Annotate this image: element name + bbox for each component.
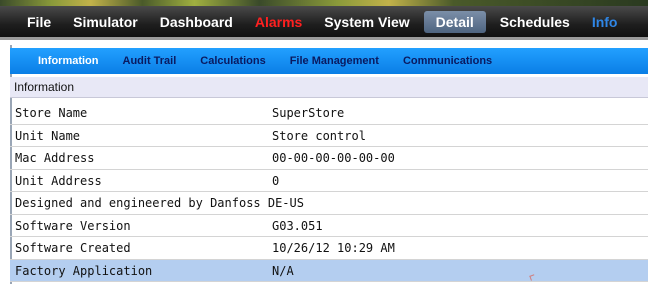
- row-value: Store control: [272, 128, 366, 143]
- tab-information[interactable]: Information: [26, 55, 111, 67]
- row-value: 10/26/12 10:29 AM: [272, 241, 395, 255]
- row-label: Factory Application: [15, 263, 153, 278]
- section-header: Information: [10, 77, 648, 98]
- tab-communications[interactable]: Communications: [391, 55, 504, 67]
- table-row[interactable]: Mac Address 00-00-00-00-00-00: [10, 147, 648, 170]
- menu-info[interactable]: Info: [581, 11, 629, 33]
- menu-simulator[interactable]: Simulator: [62, 11, 149, 33]
- table-row[interactable]: Unit Address 0: [10, 170, 648, 192]
- table-row-selected[interactable]: Factory Application N/A: [10, 259, 648, 282]
- row-label: Designed and engineered by Danfoss DE-US: [15, 196, 304, 210]
- row-value: SuperStore: [272, 106, 345, 120]
- menu-file[interactable]: File: [16, 11, 62, 33]
- main-menu-bar: File Simulator Dashboard Alarms System V…: [0, 6, 648, 40]
- table-row[interactable]: Designed and engineered by Danfoss DE-US: [10, 192, 648, 215]
- tab-audit-trail[interactable]: Audit Trail: [111, 55, 189, 67]
- menu-alarms[interactable]: Alarms: [244, 11, 313, 33]
- menu-schedules[interactable]: Schedules: [489, 11, 581, 33]
- table-row[interactable]: Store Name SuperStore: [10, 102, 648, 125]
- row-value: 0: [272, 173, 280, 188]
- row-label: Mac Address: [15, 151, 95, 165]
- tab-calculations[interactable]: Calculations: [188, 55, 277, 67]
- sub-tab-bar: Information Audit Trail Calculations Fil…: [10, 48, 648, 74]
- row-label: Unit Address: [15, 173, 102, 188]
- row-label: Unit Name: [15, 128, 81, 143]
- row-value: 00-00-00-00-00-00: [272, 151, 395, 165]
- row-label: Software Version: [15, 218, 131, 233]
- table-row[interactable]: Software Version G03.051: [10, 215, 648, 237]
- menu-system-view[interactable]: System View: [313, 11, 420, 33]
- tab-file-management[interactable]: File Management: [278, 55, 391, 67]
- row-label: Software Created: [15, 241, 131, 255]
- menu-dashboard[interactable]: Dashboard: [149, 11, 244, 33]
- table-row[interactable]: Software Created 10/26/12 10:29 AM: [10, 237, 648, 260]
- row-label: Store Name: [15, 106, 88, 120]
- page: File Simulator Dashboard Alarms System V…: [0, 0, 648, 284]
- row-value: G03.051: [272, 218, 323, 233]
- menu-detail[interactable]: Detail: [423, 10, 486, 33]
- table-row[interactable]: Unit Name Store control: [10, 125, 648, 147]
- row-value: N/A: [272, 263, 294, 278]
- info-table: Store Name SuperStore Unit Name Store co…: [10, 102, 648, 282]
